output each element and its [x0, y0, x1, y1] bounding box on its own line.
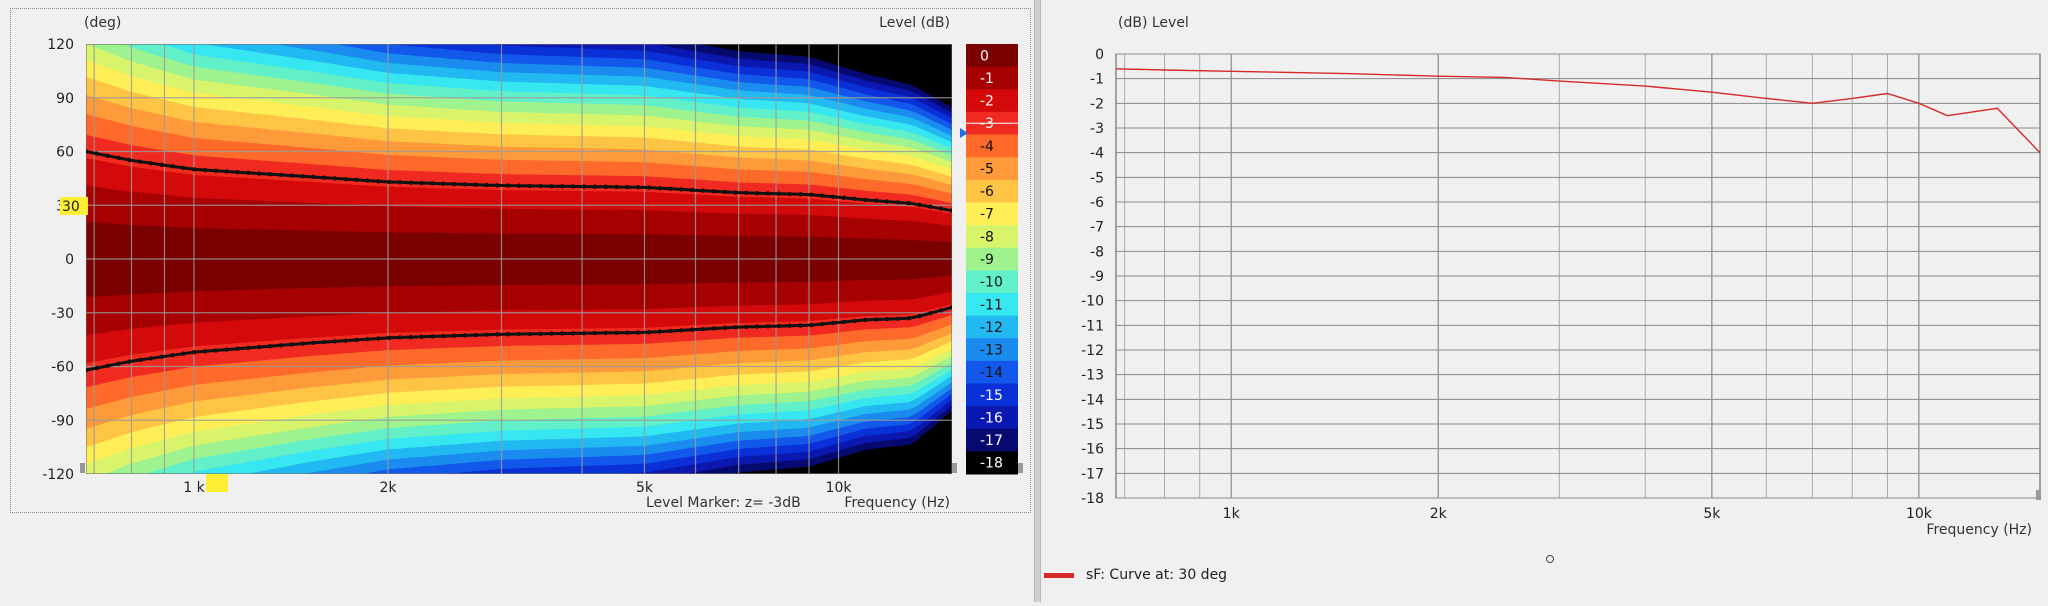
curve-x-label: Frequency (Hz) — [1926, 522, 2032, 538]
curve-y-tick: -7 — [1090, 220, 1104, 236]
cursor-circle-icon — [1546, 555, 1554, 563]
curve-y-tick: -13 — [1081, 368, 1104, 384]
curve-y-tick: -15 — [1081, 417, 1104, 433]
curve-x-tick: 1k — [1223, 506, 1241, 522]
curve-x-tick: 10k — [1906, 506, 1933, 522]
curve-y-tick: -2 — [1090, 96, 1104, 112]
level-curve-chart: 0 -1 -2 -3 -4 -5 -6 -7 -8 -9 -10 -11 -12 -13 -14 -15 -16… — [1081, 15, 2041, 538]
legend-swatch — [1044, 572, 1074, 578]
curve-y-label: (dB) Level — [1118, 15, 1189, 31]
curve-x-tick: 5k — [1703, 506, 1721, 522]
curve-y-tick: -12 — [1081, 343, 1104, 359]
curve-y-tick: -10 — [1081, 294, 1104, 310]
curve-y-tick: -6 — [1090, 195, 1104, 211]
curve-y-tick: -3 — [1090, 121, 1104, 137]
curve-y-tick: -18 — [1081, 491, 1104, 507]
curve-y-tick: -14 — [1081, 392, 1104, 408]
curve-y-tick: -4 — [1090, 146, 1104, 162]
panel-splitter[interactable] — [1034, 0, 1041, 602]
curve-y-tick: -8 — [1090, 244, 1104, 260]
curve-panel: 0 -1 -2 -3 -4 -5 -6 -7 -8 -9 -10 -11 -12 -13 -14 -15 -16… — [1042, 0, 2048, 602]
legend: sF: Curve at: 30 deg — [1044, 564, 1227, 586]
curve-x-tick: 2k — [1430, 506, 1448, 522]
curve-scroll-handle[interactable] — [2036, 490, 2041, 500]
curve-y-tick: -11 — [1081, 318, 1104, 334]
curve-y-tick: -1 — [1090, 72, 1104, 88]
curve-y-tick: 0 — [1095, 47, 1104, 63]
legend-label: sF: Curve at: 30 deg — [1086, 567, 1228, 583]
curve-y-tick: -5 — [1090, 170, 1104, 186]
curve-y-tick: -17 — [1081, 466, 1104, 482]
directivity-frame — [10, 8, 1031, 513]
directivity-panel: 1209060300-30-60-90-120 1 k2k5k10k 0-1-2… — [0, 0, 1036, 520]
curve-y-tick: -16 — [1081, 442, 1104, 458]
curve-y-tick: -9 — [1090, 269, 1104, 285]
